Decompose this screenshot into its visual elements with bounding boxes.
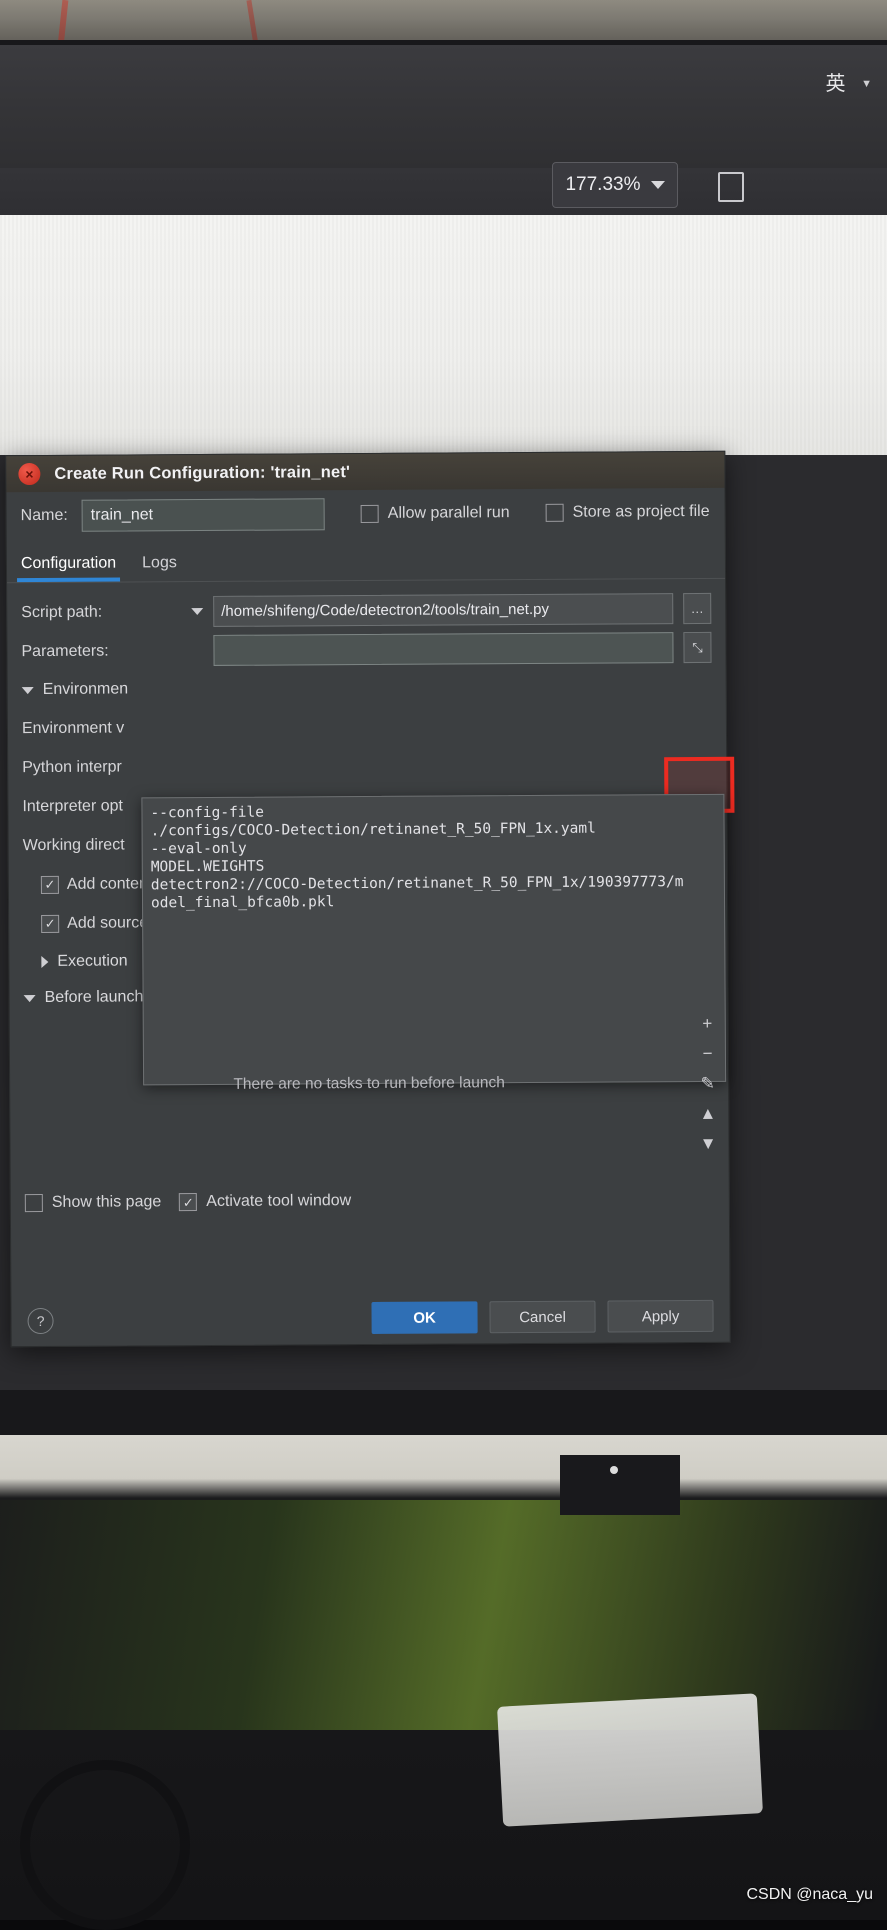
parameters-popup-text: --config-file ./configs/COCO-Detection/r… bbox=[150, 804, 684, 912]
app-topbar: 英 ▼ bbox=[0, 45, 887, 168]
execution-section-label: Execution bbox=[57, 952, 128, 970]
dialog-tabs: Configuration Logs bbox=[7, 536, 725, 582]
zoom-level-value: 177.33% bbox=[565, 174, 641, 195]
activate-tool-window-label: Activate tool window bbox=[206, 1192, 352, 1210]
activate-tool-window-row[interactable]: ✓ Activate tool window bbox=[179, 1192, 352, 1212]
ime-label: 英 bbox=[825, 73, 847, 95]
before-launch-body: There are no tasks to run before launch … bbox=[24, 1011, 717, 1183]
add-content-roots-label: Add conten bbox=[66, 874, 148, 893]
tab-configuration[interactable]: Configuration bbox=[21, 555, 116, 583]
allow-parallel-run-row[interactable]: Allow parallel run bbox=[360, 504, 510, 524]
ime-indicator[interactable]: 英 ▼ bbox=[826, 67, 873, 96]
monitor-stand bbox=[497, 1693, 763, 1827]
tab-logs[interactable]: Logs bbox=[142, 554, 177, 581]
configuration-form: Script path: /home/shifeng/Code/detectro… bbox=[7, 579, 735, 1086]
chevron-down-icon bbox=[21, 686, 34, 694]
document-canvas bbox=[0, 215, 887, 455]
remove-task-icon[interactable]: − bbox=[703, 1044, 713, 1063]
add-content-roots-checkbox[interactable]: ✓ bbox=[40, 875, 59, 894]
cancel-button[interactable]: Cancel bbox=[489, 1300, 596, 1334]
dialog-buttons: OK Cancel Apply bbox=[11, 1299, 729, 1336]
script-path-value: /home/shifeng/Code/detectron2/tools/trai… bbox=[221, 600, 550, 620]
script-path-browse-button[interactable]: … bbox=[683, 592, 712, 625]
environment-section-header[interactable]: Environmen bbox=[21, 667, 712, 709]
expand-icon: ⤡ bbox=[692, 639, 703, 655]
parameters-expand-button[interactable]: ⤡ bbox=[683, 631, 712, 664]
name-input[interactable]: train_net bbox=[81, 498, 325, 532]
ok-button[interactable]: OK bbox=[371, 1301, 478, 1334]
allow-parallel-run-label: Allow parallel run bbox=[387, 504, 510, 522]
monitor-foot bbox=[560, 1455, 680, 1515]
script-path-input[interactable]: /home/shifeng/Code/detectron2/tools/trai… bbox=[213, 593, 674, 627]
environment-variables-label: Environment v bbox=[21, 718, 125, 737]
move-up-icon[interactable]: ▲ bbox=[699, 1104, 716, 1123]
monitor-screen: 英 ▼ 177.33% × Create Run Configuration: … bbox=[0, 45, 887, 1390]
environment-section-label: Environmen bbox=[42, 680, 129, 698]
chevron-down-icon bbox=[23, 994, 36, 1002]
activate-tool-window-checkbox[interactable]: ✓ bbox=[179, 1193, 198, 1212]
page-view-icon[interactable] bbox=[718, 172, 744, 202]
parameters-label: Parameters: bbox=[21, 642, 109, 660]
chevron-down-icon bbox=[650, 181, 665, 189]
folder-icon: … bbox=[690, 600, 704, 617]
store-as-project-file-label: Store as project file bbox=[572, 502, 710, 521]
show-this-page-label: Show this page bbox=[51, 1193, 162, 1211]
move-down-icon[interactable]: ▼ bbox=[700, 1134, 717, 1153]
before-launch-toolbar: + − ✎ ▲ ▼ bbox=[699, 1014, 717, 1153]
dialog-title: Create Run Configuration: 'train_net' bbox=[54, 462, 351, 483]
edit-task-icon[interactable]: ✎ bbox=[701, 1074, 715, 1093]
chevron-down-icon[interactable] bbox=[191, 608, 204, 616]
before-launch-label: Before launch bbox=[44, 988, 144, 1006]
parameters-row: Parameters: ⤡ bbox=[21, 628, 712, 671]
add-source-roots-label: Add source bbox=[67, 913, 149, 932]
before-launch-empty-text: There are no tasks to run before launch bbox=[233, 1074, 505, 1093]
store-as-project-file-checkbox[interactable] bbox=[545, 503, 564, 522]
allow-parallel-run-checkbox[interactable] bbox=[360, 504, 379, 524]
name-input-value: train_net bbox=[90, 506, 154, 524]
parameters-input[interactable] bbox=[213, 632, 674, 666]
show-this-page-checkbox[interactable] bbox=[24, 1193, 43, 1213]
add-source-roots-checkbox[interactable]: ✓ bbox=[41, 914, 60, 933]
script-path-label: Script path: bbox=[21, 603, 103, 621]
dialog-titlebar: × Create Run Configuration: 'train_net' bbox=[6, 451, 725, 493]
run-configuration-dialog: × Create Run Configuration: 'train_net' … bbox=[5, 450, 735, 1348]
chevron-right-icon bbox=[41, 955, 49, 968]
show-this-page-row[interactable]: Show this page bbox=[24, 1193, 162, 1213]
dialog-footer-checkboxes: Show this page ✓ Activate tool window bbox=[11, 1179, 729, 1223]
add-task-icon[interactable]: + bbox=[702, 1014, 712, 1033]
script-path-row: Script path: /home/shifeng/Code/detectro… bbox=[21, 589, 712, 632]
apply-button[interactable]: Apply bbox=[607, 1299, 714, 1333]
name-label: Name: bbox=[20, 506, 68, 525]
watermark: CSDN @naca_yu bbox=[746, 1886, 873, 1903]
zoom-level-dropdown[interactable]: 177.33% bbox=[552, 162, 678, 208]
monitor-power-led bbox=[610, 1466, 618, 1474]
store-as-project-file-row[interactable]: Store as project file bbox=[545, 502, 710, 522]
cable-coil bbox=[20, 1760, 190, 1930]
python-interpreter-label: Python interpr bbox=[22, 758, 122, 776]
name-row: Name: train_net Allow parallel run Store… bbox=[7, 488, 725, 540]
close-icon[interactable]: × bbox=[18, 462, 41, 486]
close-glyph: × bbox=[25, 466, 34, 483]
chevron-down-icon: ▼ bbox=[861, 78, 873, 90]
